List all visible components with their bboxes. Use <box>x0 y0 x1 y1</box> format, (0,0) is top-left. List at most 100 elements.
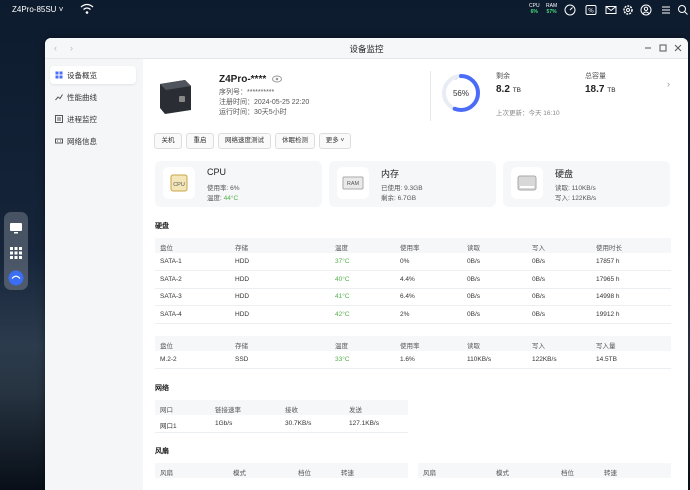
ram-meter[interactable]: RAM 57% <box>546 3 557 15</box>
fan-header-cell: 转速 <box>341 470 354 477</box>
disk-cell: 41°C <box>335 293 350 300</box>
disk-cell: 19912 h <box>596 310 620 318</box>
network-cell: 1Gb/s <box>215 420 233 427</box>
m2-header-cell: 读取 <box>467 343 480 350</box>
main-content: Z4Pro-**** 序列号：********** 注册时间：2024-05-2… <box>143 59 688 490</box>
remaining-label: 剩余 <box>496 73 510 80</box>
disk-cell: 2% <box>400 310 410 318</box>
m2-header-cell: 存储 <box>235 343 248 350</box>
sidebar-item-performance[interactable]: 性能曲线 <box>50 88 136 106</box>
disk-header-cell: 存储 <box>235 245 248 252</box>
disk-cell: 40°C <box>335 275 350 283</box>
ugreen-app-icon[interactable] <box>8 270 24 286</box>
disk-cell: SATA-2 <box>160 275 182 283</box>
disk-cell: HDD <box>235 293 250 300</box>
storage-detail-arrow-icon[interactable]: › <box>667 79 670 89</box>
wifi-icon[interactable] <box>80 3 94 15</box>
memory-free: 剩余: 6.7GB <box>381 195 417 202</box>
search-icon[interactable] <box>677 4 689 16</box>
sidebar-item-label: 性能曲线 <box>67 93 97 102</box>
remaining-value: 8.2 <box>496 84 510 95</box>
maximize-icon[interactable] <box>658 43 668 53</box>
list-icon[interactable] <box>660 4 672 16</box>
mail-icon[interactable] <box>605 4 617 16</box>
network-row: 网口1 1Gb/s 30.7KB/s 127.1KB/s <box>155 415 408 433</box>
m2-header-cell: 使用率 <box>400 343 420 350</box>
m2-cell: 110KB/s <box>467 356 492 363</box>
cpu-card[interactable]: CPU CPU 使用率: 6% 温度: 44°C <box>155 161 322 207</box>
m2-header-cell: 写入 <box>532 343 545 350</box>
disk-cell: 42°C <box>335 310 350 318</box>
disk-cell: 0B/s <box>532 293 546 300</box>
disk-cell: 14998 h <box>596 293 620 300</box>
disk-cell: 0B/s <box>467 258 481 265</box>
svg-text:%: % <box>588 8 594 15</box>
chart-icon <box>55 94 63 101</box>
sidebar-item-overview[interactable]: 设备概览 <box>50 66 136 84</box>
m2-cell: 14.5TB <box>596 356 617 363</box>
m2-header-cell: 温度 <box>335 343 348 350</box>
restart-button[interactable]: 重启 <box>186 133 214 149</box>
speedometer-icon[interactable] <box>564 4 576 16</box>
sidebar-item-label: 网络信息 <box>67 137 97 146</box>
register-time: 注册时间：2024-05-25 22:20 <box>219 99 310 106</box>
fan-header-cell: 风扇 <box>423 470 436 477</box>
more-label: 更多 <box>325 137 339 144</box>
user-icon[interactable] <box>640 4 652 16</box>
process-icon <box>55 115 63 123</box>
overview-icon <box>55 71 63 79</box>
network-icon <box>55 138 63 144</box>
total-value-group: 18.7 TB <box>585 84 616 95</box>
window-titlebar: ‹ › 设备监控 <box>45 38 688 59</box>
cpu-temp-label: 温度: <box>207 195 224 202</box>
disk-cell: 4.4% <box>400 275 415 283</box>
gear-icon[interactable] <box>622 4 634 16</box>
cpu-chip-icon: CPU <box>163 167 195 199</box>
sidebar-item-label: 设备概览 <box>67 71 97 80</box>
speedtest-button[interactable]: 网络速度测试 <box>218 133 271 149</box>
disk-cell: 0B/s <box>467 275 481 283</box>
ram-meter-value: 57% <box>546 9 557 15</box>
memory-used: 已使用: 9.3GB <box>381 185 423 192</box>
device-monitor-window: ‹ › 设备监控 设备概览 性能曲线 进程监控 网络信息 Z4Pro-**** … <box>45 38 688 490</box>
serial-number: 序列号：********** <box>219 89 275 96</box>
fan-header-cell: 风扇 <box>160 470 173 477</box>
device-name-menu[interactable]: Z4Pro-85SU ˅ <box>12 5 63 14</box>
network-header-row: 网口 链接速率 接收 发送 <box>155 400 408 415</box>
more-button[interactable]: 更多 ˅ <box>319 133 351 149</box>
shutdown-button[interactable]: 关机 <box>154 133 182 149</box>
memory-card[interactable]: RAM 内存 已使用: 9.3GB 剩余: 6.7GB <box>329 161 496 207</box>
disk-card[interactable]: 硬盘 读取: 110KB/s 写入: 122KB/s <box>503 161 670 207</box>
cpu-meter[interactable]: CPU 6% <box>529 3 540 15</box>
system-top-bar: Z4Pro-85SU ˅ CPU 6% RAM 57% % <box>0 0 690 20</box>
disk-cell: SATA-1 <box>160 258 182 265</box>
disk-header-cell: 温度 <box>335 245 348 252</box>
m2-cell: M.2-2 <box>160 356 177 363</box>
disk-cell: 37°C <box>335 258 350 265</box>
translate-icon[interactable]: % <box>585 4 597 16</box>
cpu-temp: 温度: 44°C <box>207 192 238 202</box>
uptime: 运行时间：30天5小时 <box>219 109 287 116</box>
disk-cell: 0B/s <box>532 258 546 265</box>
sleep-check-button[interactable]: 休眠检测 <box>275 133 315 149</box>
eye-icon[interactable] <box>272 75 282 83</box>
minimize-icon[interactable] <box>643 43 653 53</box>
disk-row: SATA-1 HDD 37°C 0% 0B/s 0B/s 17857 h <box>155 253 671 271</box>
disk-cell: HDD <box>235 310 250 318</box>
close-icon[interactable] <box>673 43 683 53</box>
disk-cell: SATA-4 <box>160 310 182 318</box>
sidebar-item-network[interactable]: 网络信息 <box>50 132 136 150</box>
disk-write: 写入: 122KB/s <box>555 195 597 202</box>
fan-header-row: 风扇 模式 档位 转速 <box>155 463 408 478</box>
disk-header-cell: 写入 <box>532 245 545 252</box>
monitor-app-icon[interactable] <box>8 220 24 236</box>
sidebar-item-process[interactable]: 进程监控 <box>50 110 136 128</box>
disk-cell: 0B/s <box>467 293 481 300</box>
storage-percent: 56% <box>453 89 469 98</box>
memory-card-title: 内存 <box>381 169 400 179</box>
disk-cell: 0B/s <box>467 310 481 318</box>
hard-drive-icon <box>511 167 543 199</box>
m2-cell: SSD <box>235 356 249 363</box>
app-grid-icon[interactable] <box>8 245 24 261</box>
m2-header-row: 盘位 存储 温度 使用率 读取 写入 写入量 <box>155 336 671 351</box>
